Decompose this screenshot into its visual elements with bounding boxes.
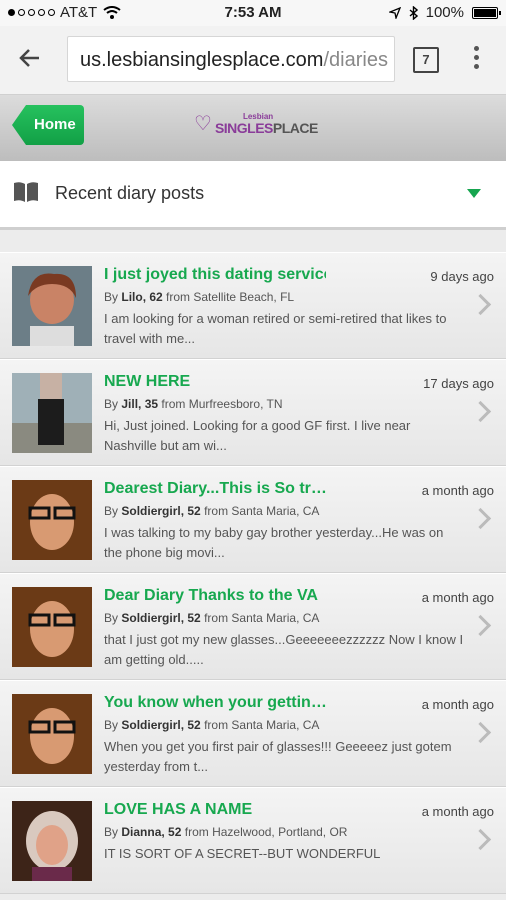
- post-date: a month ago: [421, 590, 494, 605]
- post-excerpt: I was talking to my baby gay brother yes…: [104, 525, 444, 560]
- battery-percent: 100%: [425, 4, 464, 21]
- list-item[interactable]: Dearest Diary...This is So tr… a month a…: [0, 466, 506, 573]
- post-author: By Soldiergirl, 52 from Santa Maria, CA: [104, 718, 319, 732]
- author-location: from Satellite Beach, FL: [166, 290, 295, 304]
- post-author: By Jill, 35 from Murfreesboro, TN: [104, 397, 283, 411]
- bluetooth-icon: [409, 5, 418, 20]
- section-title: Recent diary posts: [55, 183, 205, 203]
- chevron-right-icon[interactable]: [469, 828, 492, 851]
- list-item[interactable]: You know when your gettin… a month ago B…: [0, 680, 506, 787]
- chevron-right-icon[interactable]: [469, 721, 492, 744]
- heart-logo-icon: ♡: [194, 113, 212, 135]
- home-button[interactable]: Home: [12, 105, 84, 145]
- post-date: 17 days ago: [423, 376, 494, 391]
- author-name: Soldiergirl, 52: [121, 718, 201, 732]
- location-icon: [388, 6, 401, 19]
- author-name: Jill, 35: [121, 397, 159, 411]
- tab-switcher-button[interactable]: 7: [413, 47, 439, 73]
- list-item[interactable]: I just joyed this dating service 9 days …: [0, 252, 506, 359]
- avatar: [12, 587, 92, 667]
- author-name: Soldiergirl, 52: [121, 611, 201, 625]
- author-location: from Santa Maria, CA: [204, 611, 320, 625]
- dropdown-triangle-icon[interactable]: [467, 189, 481, 198]
- post-author: By Soldiergirl, 52 from Santa Maria, CA: [104, 504, 319, 518]
- url-path: /diaries: [323, 49, 388, 71]
- author-location: from Santa Maria, CA: [204, 718, 320, 732]
- post-title[interactable]: NEW HERE: [104, 373, 326, 391]
- logo-main-a: SINGLES: [214, 119, 273, 136]
- logo-text: Lesbian SINGLESPLACE: [215, 112, 318, 135]
- post-date: 9 days ago: [430, 269, 494, 284]
- author-location: from Santa Maria, CA: [204, 504, 320, 518]
- section-selector[interactable]: Recent diary posts: [0, 161, 506, 230]
- list-item[interactable]: NEW HERE 17 days ago By Jill, 35 from Mu…: [0, 359, 506, 466]
- chevron-right-icon[interactable]: [469, 614, 492, 637]
- author-location: from Murfreesboro, TN: [161, 397, 283, 411]
- site-logo[interactable]: ♡ Lesbian SINGLESPLACE: [194, 111, 318, 136]
- by-label: By: [104, 825, 119, 839]
- avatar: [12, 266, 92, 346]
- post-author: By Lilo, 62 from Satellite Beach, FL: [104, 290, 294, 304]
- post-excerpt: IT IS SORT OF A SECRET--BUT WONDERFUL: [104, 846, 381, 861]
- author-name: Soldiergirl, 52: [121, 504, 201, 518]
- post-author: By Soldiergirl, 52 from Santa Maria, CA: [104, 611, 319, 625]
- site-header: Home ♡ Lesbian SINGLESPLACE: [0, 95, 506, 161]
- post-excerpt: Hi, Just joined. Looking for a good GF f…: [104, 418, 411, 453]
- list-item[interactable]: LOVE HAS A NAME a month ago By Dianna, 5…: [0, 787, 506, 894]
- logo-main-text: SINGLESPLACE: [215, 121, 318, 135]
- post-title[interactable]: I just joyed this dating service: [104, 266, 326, 284]
- post-date: a month ago: [421, 804, 494, 819]
- by-label: By: [104, 397, 119, 411]
- open-book-icon: [12, 180, 40, 204]
- post-title[interactable]: Dear Diary Thanks to the VA: [104, 587, 326, 605]
- back-arrow-icon[interactable]: [18, 46, 48, 72]
- status-bar: AT&T 7:53 AM 100%: [0, 0, 506, 26]
- overflow-menu-icon[interactable]: [472, 46, 480, 74]
- post-title[interactable]: You know when your gettin…: [104, 694, 326, 712]
- author-name: Lilo, 62: [121, 290, 163, 304]
- author-name: Dianna, 52: [121, 825, 182, 839]
- avatar: [12, 801, 92, 881]
- by-label: By: [104, 290, 119, 304]
- list-item[interactable]: Dear Diary Thanks to the VA a month ago …: [0, 573, 506, 680]
- post-title[interactable]: LOVE HAS A NAME: [104, 801, 326, 819]
- by-label: By: [104, 611, 119, 625]
- battery-icon: [472, 6, 501, 19]
- diary-post-list: I just joyed this dating service 9 days …: [0, 252, 506, 894]
- post-title[interactable]: Dearest Diary...This is So tr…: [104, 480, 326, 498]
- post-excerpt: When you get you first pair of glasses!!…: [104, 739, 452, 774]
- url-input[interactable]: us.lesbiansinglesplace.com/diaries: [67, 36, 395, 82]
- avatar: [12, 373, 92, 453]
- author-location: from Hazelwood, Portland, OR: [184, 825, 348, 839]
- chevron-right-icon[interactable]: [469, 293, 492, 316]
- chevron-right-icon[interactable]: [469, 400, 492, 423]
- logo-main-b: PLACE: [272, 119, 318, 136]
- post-excerpt: I am looking for a woman retired or semi…: [104, 311, 447, 346]
- status-right: 100%: [388, 4, 501, 21]
- url-host: us.lesbiansinglesplace.com: [80, 49, 324, 71]
- avatar: [12, 694, 92, 774]
- by-label: By: [104, 718, 119, 732]
- avatar: [12, 480, 92, 560]
- browser-toolbar: us.lesbiansinglesplace.com/diaries 7: [0, 26, 506, 95]
- by-label: By: [104, 504, 119, 518]
- post-date: a month ago: [421, 483, 494, 498]
- post-excerpt: that I just got my new glasses...Geeeeee…: [104, 632, 464, 667]
- post-author: By Dianna, 52 from Hazelwood, Portland, …: [104, 825, 347, 839]
- post-date: a month ago: [421, 697, 494, 712]
- chevron-right-icon[interactable]: [469, 507, 492, 530]
